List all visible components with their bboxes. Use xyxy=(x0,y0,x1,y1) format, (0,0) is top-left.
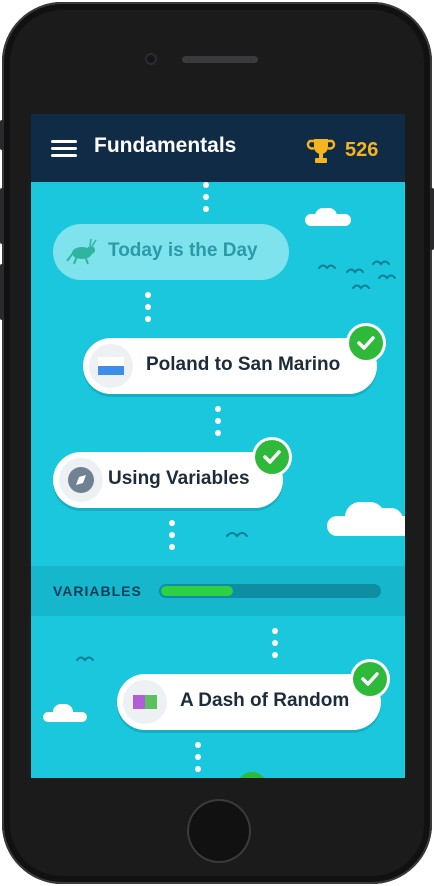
section-progress-fill xyxy=(161,586,233,596)
power-button xyxy=(430,188,434,250)
lesson-title: Using Variables xyxy=(108,468,250,489)
lesson-title: A Dash of Random xyxy=(180,690,350,711)
lesson-today-is-the-day[interactable]: Today is the Day xyxy=(53,224,289,280)
section-header-variables: VARIABLES xyxy=(31,566,405,616)
check-icon xyxy=(255,440,289,474)
next-lesson-node xyxy=(237,772,267,778)
birds-decoration xyxy=(318,260,396,290)
cloud-decoration xyxy=(305,208,351,226)
earpiece-speaker xyxy=(182,56,258,63)
lesson-poland-to-san-marino[interactable]: Poland to San Marino xyxy=(83,338,377,394)
lesson-icon-badge xyxy=(59,458,103,502)
check-icon xyxy=(353,662,387,696)
lesson-icon-badge xyxy=(89,344,133,388)
lesson-title: Today is the Day xyxy=(108,240,258,261)
section-progress-bar xyxy=(159,584,381,598)
section-label: VARIABLES xyxy=(53,583,142,599)
page-title: Fundamentals xyxy=(94,134,237,157)
flag-icon xyxy=(98,357,124,375)
color-swatch-icon xyxy=(133,695,157,709)
check-icon xyxy=(349,326,383,360)
app-screen: Fundamentals 526 Today is the Day Poland… xyxy=(31,114,405,778)
volume-down-button xyxy=(0,264,4,320)
lesson-icon-badge xyxy=(123,680,167,724)
lesson-using-variables[interactable]: Using Variables xyxy=(53,452,283,508)
compass-icon xyxy=(68,467,94,493)
mute-switch xyxy=(0,120,4,150)
home-button[interactable] xyxy=(187,799,251,863)
front-camera xyxy=(145,53,157,65)
lesson-a-dash-of-random[interactable]: A Dash of Random xyxy=(117,674,381,730)
lesson-title: Poland to San Marino xyxy=(146,354,341,375)
volume-up-button xyxy=(0,188,4,244)
cloud-decoration xyxy=(327,500,405,536)
menu-icon[interactable] xyxy=(51,140,77,158)
grasshopper-icon xyxy=(66,238,97,265)
top-bar: Fundamentals 526 xyxy=(31,114,405,182)
trophy-icon xyxy=(306,139,336,163)
trophy-score: 526 xyxy=(345,139,379,161)
birds-decoration xyxy=(76,656,94,662)
birds-decoration xyxy=(226,532,248,538)
cloud-decoration xyxy=(43,704,87,722)
